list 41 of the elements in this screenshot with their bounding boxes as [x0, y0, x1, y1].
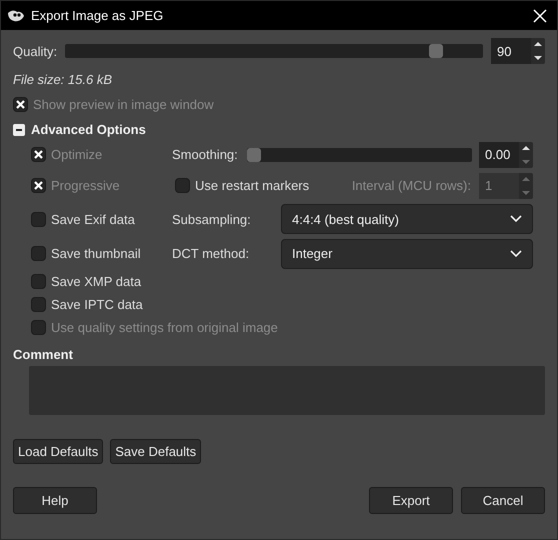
help-button[interactable]: Help: [13, 487, 97, 514]
field-label: Subsampling:: [172, 212, 252, 226]
slider-thumb[interactable]: [247, 148, 261, 162]
slider-thumb[interactable]: [428, 44, 443, 58]
checkbox[interactable]: [31, 297, 46, 312]
checkbox-label: Optimize: [51, 147, 102, 162]
checkbox[interactable]: [31, 274, 46, 289]
chevron-down-icon: [510, 215, 522, 223]
file-size-text: File size: 15.6 kB: [13, 72, 113, 87]
chevron-down-icon: [510, 250, 522, 258]
app-logo-icon: [7, 8, 25, 22]
field-label: Interval (MCU rows):: [352, 178, 471, 193]
field-label: DCT method:: [172, 246, 250, 261]
window-title: Export Image as JPEG: [31, 8, 164, 23]
dialog-button[interactable]: Export: [369, 487, 453, 514]
spin-field[interactable]: 0.00: [479, 142, 533, 168]
spin-field[interactable]: 90: [491, 38, 545, 64]
defaults-button[interactable]: Load Defaults: [13, 439, 104, 464]
dropdown[interactable]: 4:4:4 (best quality): [281, 204, 533, 234]
section-heading: Comment: [13, 347, 74, 362]
collapse-icon[interactable]: [13, 124, 25, 136]
slider-track[interactable]: [65, 44, 483, 58]
checkbox-label: Save IPTC data: [51, 297, 143, 312]
checkbox-label: Save XMP data: [51, 274, 142, 289]
slider-track[interactable]: [247, 148, 472, 162]
dialog-button[interactable]: Cancel: [461, 487, 545, 514]
checkbox-label: Progressive: [51, 178, 120, 193]
checkbox[interactable]: [31, 246, 46, 261]
dropdown[interactable]: Integer: [281, 238, 533, 268]
field-label: Quality:: [13, 44, 58, 58]
section-heading[interactable]: Advanced Options: [31, 122, 146, 137]
checkbox[interactable]: [31, 212, 46, 226]
checkbox-label: Save thumbnail: [51, 246, 141, 261]
checkbox[interactable]: [175, 178, 190, 193]
checkbox-label: Use quality settings from original image: [51, 320, 278, 335]
checkbox-label: Save Exif data: [51, 212, 135, 226]
defaults-button[interactable]: Save Defaults: [110, 439, 202, 464]
field-label: Smoothing:: [172, 147, 239, 162]
checkbox-label: Use restart markers: [195, 178, 310, 193]
checkbox-label: Show preview in image window: [33, 97, 214, 112]
close-icon[interactable]: [533, 8, 547, 22]
